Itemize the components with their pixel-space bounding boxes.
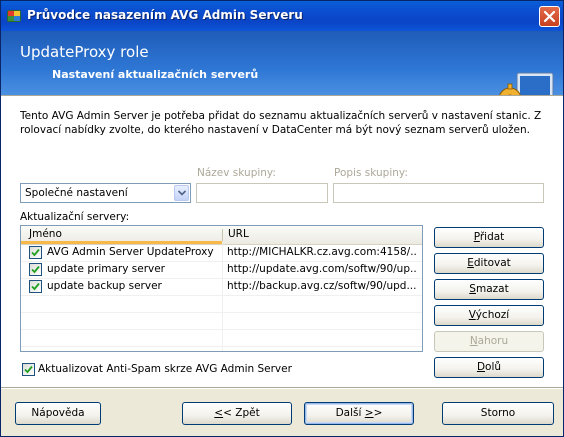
server-name: update primary server — [47, 263, 166, 275]
cancel-button[interactable]: Storno — [442, 402, 554, 425]
help-button[interactable]: Nápověda — [15, 402, 101, 425]
dropdown-arrow-icon[interactable] — [174, 185, 189, 201]
row-checkbox[interactable] — [29, 280, 42, 293]
close-button[interactable] — [539, 6, 560, 27]
group-name-field[interactable] — [196, 183, 328, 203]
window-title: Průvodce nasazením AVG Admin Serveru — [27, 8, 303, 22]
antispam-label[interactable]: Aktualizovat Anti-Spam skrze AVG Admin S… — [38, 363, 292, 375]
server-url: http://MICHALKR.cz.avg.com:4158/... — [227, 246, 417, 258]
settings-dropdown-value: Společné nastavení — [25, 187, 128, 199]
table-row[interactable]: update primary server http://update.avg.… — [21, 261, 422, 279]
back-button[interactable]: << Zpět — [182, 402, 292, 425]
title-bar[interactable]: Průvodce nasazením AVG Admin Serveru — [1, 1, 563, 31]
header-banner: UpdateProxy role Nastavení aktualizačníc… — [1, 31, 563, 115]
servers-list-label: Aktualizační servery: — [20, 211, 130, 223]
server-name: update backup server — [47, 280, 162, 292]
description-text: Tento AVG Admin Server je potřeba přidat… — [20, 110, 542, 136]
server-url: http://update.avg.com/softw/90/up... — [227, 263, 417, 275]
checkmark-icon — [31, 282, 40, 291]
empty-row — [21, 312, 422, 330]
group-name-label: Název skupiny: — [197, 167, 276, 179]
wizard-content: Tento AVG Admin Server je potřeba přidat… — [1, 97, 563, 387]
table-row[interactable]: update backup server http://backup.avg.c… — [21, 278, 422, 296]
empty-row — [21, 329, 422, 347]
edit-button[interactable]: Editovat — [434, 253, 544, 274]
column-header-name[interactable]: Jméno — [21, 226, 222, 244]
checkmark-icon — [24, 365, 33, 374]
checkmark-icon — [31, 248, 40, 257]
empty-row — [21, 295, 422, 313]
move-up-button[interactable]: Nahoru — [434, 331, 544, 352]
row-checkbox[interactable] — [29, 263, 42, 276]
checkmark-icon — [31, 265, 40, 274]
list-header: Jméno URL — [21, 226, 422, 245]
default-button[interactable]: Výchozí — [434, 305, 544, 326]
server-url: http://backup.avg.cz/softw/90/upd... — [227, 280, 417, 292]
add-button[interactable]: Přidat — [434, 227, 544, 248]
banner-title: UpdateProxy role — [20, 43, 149, 61]
footer-divider — [1, 387, 563, 389]
close-icon — [543, 10, 556, 23]
table-row[interactable]: AVG Admin Server UpdateProxy http://MICH… — [21, 244, 422, 262]
settings-dropdown[interactable]: Společné nastavení — [20, 183, 191, 203]
group-description-label: Popis skupiny: — [334, 167, 408, 179]
delete-button[interactable]: Smazat — [434, 279, 544, 300]
banner-subtitle: Nastavení aktualizačních serverů — [52, 68, 259, 81]
wizard-window: Průvodce nasazením AVG Admin Serveru Upd… — [0, 0, 564, 437]
column-divider[interactable] — [222, 229, 223, 241]
column-header-url[interactable]: URL — [224, 226, 422, 244]
move-down-button[interactable]: Dolů — [434, 357, 544, 378]
group-description-field[interactable] — [333, 183, 544, 203]
avg-app-icon — [6, 8, 22, 24]
server-name: AVG Admin Server UpdateProxy — [47, 246, 214, 258]
next-button[interactable]: Další >> — [304, 402, 414, 425]
antispam-checkbox[interactable] — [22, 363, 35, 376]
update-servers-list[interactable]: Jméno URL AVG Admin Server UpdateProxy h… — [20, 225, 423, 352]
row-checkbox[interactable] — [29, 246, 42, 259]
